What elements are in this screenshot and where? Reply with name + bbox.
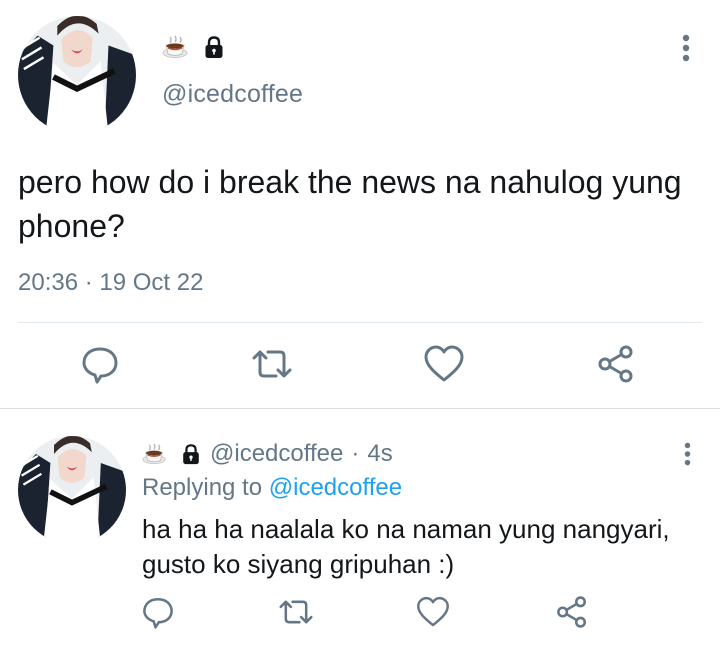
reply-avatar[interactable]	[18, 436, 126, 544]
share-button[interactable]	[554, 595, 590, 629]
avatar-image	[18, 16, 136, 134]
more-vertical-icon	[684, 442, 691, 466]
meta-separator: ·	[351, 440, 360, 467]
more-options-button[interactable]	[682, 34, 690, 67]
reply-text: ha ha ha naalala ko na naman yung nangya…	[142, 514, 670, 579]
share-icon	[557, 596, 587, 628]
replying-to: Replying to @icedcoffee	[142, 474, 402, 502]
reply-icon	[82, 347, 118, 384]
lock-icon	[183, 444, 199, 465]
divider	[18, 322, 702, 323]
like-icon	[417, 596, 449, 627]
reply-button[interactable]	[80, 344, 120, 384]
like-button[interactable]	[414, 595, 452, 629]
tweet-timestamp[interactable]: 20:36 · 19 Oct 22	[18, 269, 203, 297]
tweet-text: pero how do i break the news na nahulog …	[18, 164, 682, 244]
retweet-button[interactable]	[276, 595, 316, 629]
like-button[interactable]	[422, 344, 466, 384]
like-icon	[424, 345, 464, 382]
reply-icon	[143, 597, 173, 629]
replying-prefix: Replying to	[142, 474, 263, 501]
user-handle[interactable]: @icedcoffee	[162, 80, 303, 109]
share-icon	[598, 345, 633, 383]
retweet-icon	[252, 350, 292, 378]
reply-more-options-button[interactable]	[684, 442, 691, 471]
lock-icon	[205, 36, 223, 58]
retweet-icon	[279, 600, 313, 624]
reply-handle[interactable]: @icedcoffee	[210, 440, 343, 468]
coffee-icon	[162, 35, 188, 58]
share-button[interactable]	[596, 344, 636, 384]
avatar-image	[18, 436, 126, 544]
replying-mention-link[interactable]: @icedcoffee	[269, 474, 402, 501]
reply-age[interactable]: 4s	[367, 440, 392, 468]
section-divider	[0, 408, 720, 409]
reply-header: @icedcoffee · 4s	[142, 440, 393, 468]
avatar[interactable]	[18, 16, 136, 134]
reply-button[interactable]	[140, 595, 176, 629]
retweet-button[interactable]	[250, 344, 294, 384]
coffee-icon	[142, 443, 166, 465]
more-vertical-icon	[682, 34, 690, 62]
user-badges	[162, 34, 226, 60]
